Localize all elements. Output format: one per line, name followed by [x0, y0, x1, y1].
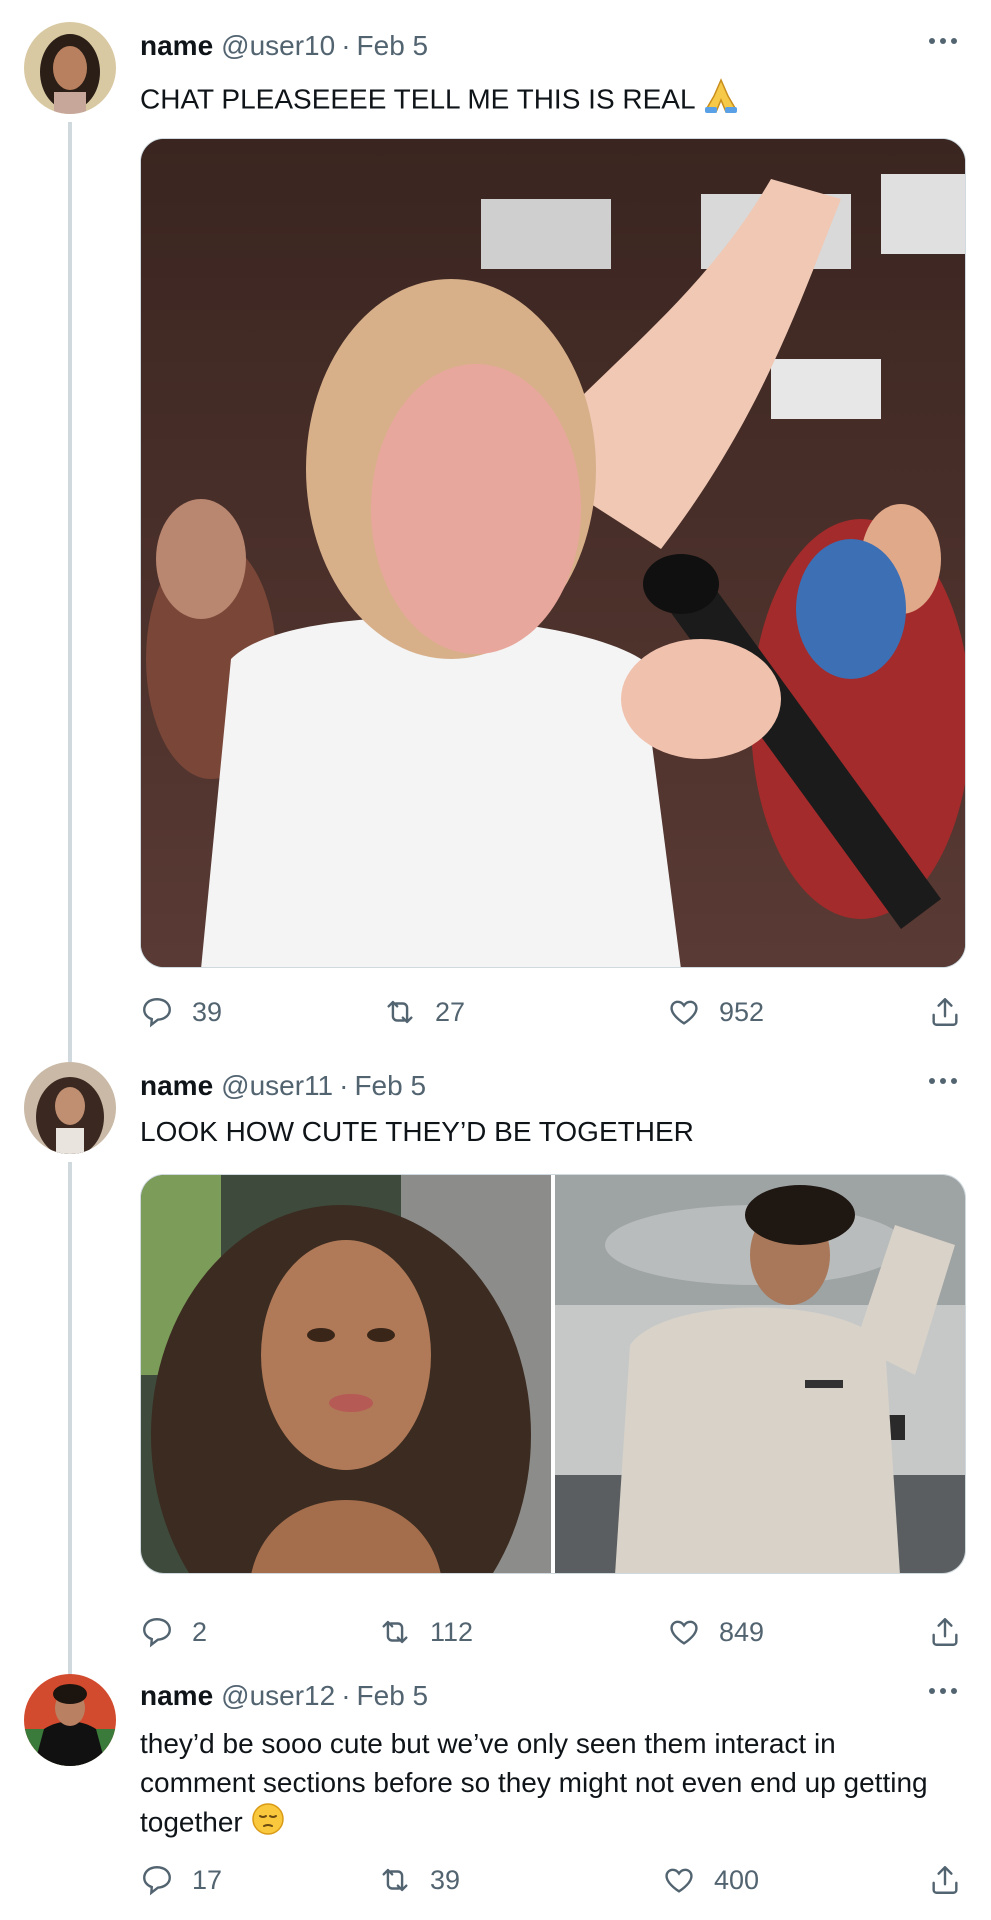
- retweet-icon: [387, 1000, 413, 1024]
- tweet-text-line: comment sections before so they might no…: [140, 1767, 928, 1798]
- tweet-date[interactable]: Feb 5: [357, 1680, 429, 1712]
- user-handle[interactable]: @user11: [221, 1070, 333, 1102]
- photo-left[interactable]: [141, 1175, 551, 1573]
- tweet-3[interactable]: name @user12 · Feb 5 they’d be sooo cute…: [0, 1660, 991, 1920]
- share-button[interactable]: [928, 992, 962, 1032]
- display-name[interactable]: name: [140, 1070, 213, 1102]
- tweet-photo-grid: [140, 1174, 966, 1574]
- retweet-count: 27: [435, 996, 466, 1027]
- like-count: 849: [719, 1616, 765, 1647]
- tweet-1[interactable]: name @user10 · Feb 5 CHAT PLEASEEEE TELL…: [0, 0, 991, 1040]
- reply-button[interactable]: 17: [140, 1860, 222, 1900]
- tweet-header: name @user11 · Feb 5: [140, 1066, 426, 1106]
- tweet-text-line: they’d be sooo cute but we’ve only seen …: [140, 1728, 836, 1759]
- tweet-date[interactable]: Feb 5: [354, 1070, 426, 1102]
- avatar[interactable]: [24, 22, 116, 114]
- more-options-icon[interactable]: [923, 1066, 963, 1096]
- reply-count: 2: [192, 1616, 208, 1647]
- retweet-icon: [382, 1620, 408, 1644]
- retweet-count: 39: [430, 1864, 461, 1895]
- tweet-text-line-wrap: together: [140, 1802, 970, 1846]
- like-count: 952: [719, 996, 765, 1027]
- reply-button[interactable]: 2: [140, 1612, 207, 1652]
- reply-icon: [143, 1618, 171, 1648]
- reply-count: 39: [192, 996, 223, 1027]
- retweet-count: 112: [430, 1616, 474, 1647]
- photo-right[interactable]: [555, 1175, 965, 1573]
- like-button[interactable]: 952: [667, 992, 764, 1032]
- thread-line-top: [68, 1040, 72, 1062]
- heart-icon: [670, 1000, 698, 1025]
- tweet-text: LOOK HOW CUTE THEY’D BE TOGETHER: [140, 1112, 970, 1151]
- like-count: 400: [714, 1864, 760, 1895]
- pensive-face-icon: [251, 1802, 285, 1846]
- separator: ·: [341, 30, 351, 61]
- thread-line: [68, 122, 72, 1040]
- retweet-button[interactable]: 112: [378, 1612, 473, 1652]
- retweet-button[interactable]: 27: [383, 992, 465, 1032]
- user-handle[interactable]: @user10: [221, 30, 335, 62]
- tweet-text: CHAT PLEASEEEE TELL ME THIS IS REAL: [140, 78, 970, 124]
- tweet-text-content: CHAT PLEASEEEE TELL ME THIS IS REAL: [140, 83, 695, 115]
- heart-icon: [665, 1868, 693, 1893]
- like-button[interactable]: 849: [667, 1612, 764, 1652]
- retweet-icon: [382, 1868, 408, 1892]
- tweet-header: name @user12 · Feb 5: [140, 1676, 428, 1716]
- tweet-text-line: together: [140, 1806, 243, 1838]
- folded-hands-icon: [702, 78, 740, 124]
- heart-icon: [670, 1620, 698, 1645]
- curly-hair-selfie-photo: [141, 1175, 551, 1573]
- separator: ·: [341, 1680, 351, 1711]
- reply-icon: [143, 1866, 171, 1896]
- share-button[interactable]: [928, 1860, 962, 1900]
- tweet-2[interactable]: name @user11 · Feb 5 LOOK HOW CUTE THEY’…: [0, 1040, 991, 1660]
- retweet-button[interactable]: 39: [378, 1860, 460, 1900]
- thread-line-top: [68, 1660, 72, 1674]
- crying-girl-photo: [141, 139, 965, 967]
- reply-count: 17: [192, 1864, 223, 1895]
- share-button[interactable]: [928, 1612, 962, 1652]
- display-name[interactable]: name: [140, 1680, 213, 1712]
- share-icon: [932, 998, 958, 1026]
- user-handle[interactable]: @user12: [221, 1680, 335, 1712]
- avatar[interactable]: [24, 1674, 116, 1766]
- display-name[interactable]: name: [140, 30, 213, 62]
- tweet-text: they’d be sooo cute but we’ve only seen …: [140, 1724, 970, 1846]
- tweet-date[interactable]: Feb 5: [357, 30, 429, 62]
- man-hoodie-photo: [555, 1175, 965, 1573]
- tweet-actions: 2 112 849: [140, 1612, 970, 1652]
- share-icon: [932, 1618, 958, 1646]
- tweet-photo[interactable]: [140, 138, 966, 968]
- reply-button[interactable]: 39: [140, 992, 222, 1032]
- reply-icon: [143, 998, 171, 1028]
- tweet-actions: 39 27 952: [140, 992, 970, 1032]
- separator: ·: [339, 1070, 349, 1101]
- tweet-actions: 17 39 400: [140, 1860, 970, 1900]
- like-button[interactable]: 400: [662, 1860, 759, 1900]
- tweet-text-content: LOOK HOW CUTE THEY’D BE TOGETHER: [140, 1116, 694, 1147]
- more-options-icon[interactable]: [923, 1676, 963, 1706]
- more-options-icon[interactable]: [923, 26, 963, 56]
- thread-line: [68, 1162, 72, 1660]
- share-icon: [932, 1866, 958, 1894]
- avatar[interactable]: [24, 1062, 116, 1154]
- tweet-header: name @user10 · Feb 5: [140, 26, 428, 66]
